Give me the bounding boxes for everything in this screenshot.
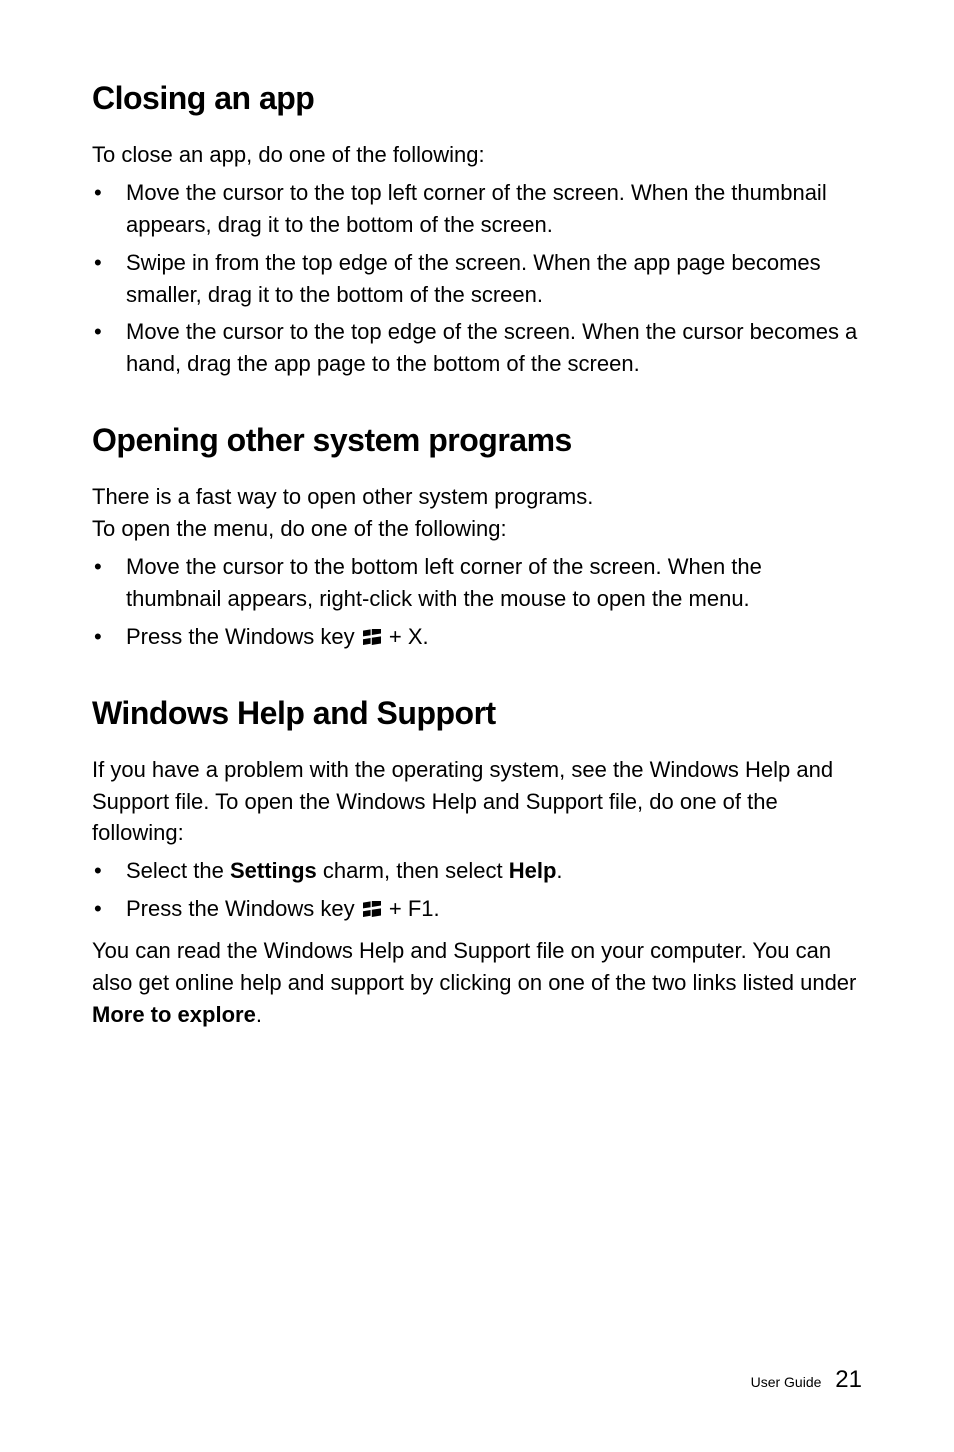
list-item: Press the Windows key + F1. (92, 893, 862, 925)
bullet-list-opening: Move the cursor to the bottom left corne… (92, 551, 862, 653)
heading-opening-programs: Opening other system programs (92, 422, 862, 459)
heading-closing-an-app: Closing an app (92, 80, 862, 117)
windows-key-icon (363, 901, 381, 917)
intro-opening-1: There is a fast way to open other system… (92, 481, 862, 513)
windows-key-icon (363, 629, 381, 645)
heading-windows-help: Windows Help and Support (92, 695, 862, 732)
bold-help: Help (509, 858, 557, 883)
text-fragment: . (256, 1002, 262, 1027)
bullet-list-closing: Move the cursor to the top left corner o… (92, 177, 862, 380)
list-item: Select the Settings charm, then select H… (92, 855, 862, 887)
section-opening-programs: Opening other system programs There is a… (92, 422, 862, 652)
text-fragment: You can read the Windows Help and Suppor… (92, 938, 856, 995)
text-fragment: charm, then select (317, 858, 509, 883)
list-item: Move the cursor to the top edge of the s… (92, 316, 862, 380)
list-item: Swipe in from the top edge of the screen… (92, 247, 862, 311)
list-item: Press the Windows key + X. (92, 621, 862, 653)
page-number: 21 (835, 1366, 862, 1393)
bold-more-to-explore: More to explore (92, 1002, 256, 1027)
page-footer: User Guide 21 (751, 1366, 862, 1394)
bold-settings: Settings (230, 858, 317, 883)
intro-closing: To close an app, do one of the following… (92, 139, 862, 171)
list-item: Move the cursor to the bottom left corne… (92, 551, 862, 615)
text-fragment: + X. (383, 624, 429, 649)
footer-label: User Guide (751, 1374, 822, 1390)
after-list-help: You can read the Windows Help and Suppor… (92, 935, 862, 1031)
bullet-list-help: Select the Settings charm, then select H… (92, 855, 862, 925)
list-item: Move the cursor to the top left corner o… (92, 177, 862, 241)
section-closing-an-app: Closing an app To close an app, do one o… (92, 80, 862, 380)
text-fragment: Press the Windows key (126, 896, 361, 921)
section-windows-help: Windows Help and Support If you have a p… (92, 695, 862, 1031)
text-fragment: Press the Windows key (126, 624, 361, 649)
text-fragment: Select the (126, 858, 230, 883)
intro-opening-2: To open the menu, do one of the followin… (92, 513, 862, 545)
text-fragment: . (556, 858, 562, 883)
intro-help: If you have a problem with the operating… (92, 754, 862, 850)
text-fragment: + F1. (383, 896, 440, 921)
